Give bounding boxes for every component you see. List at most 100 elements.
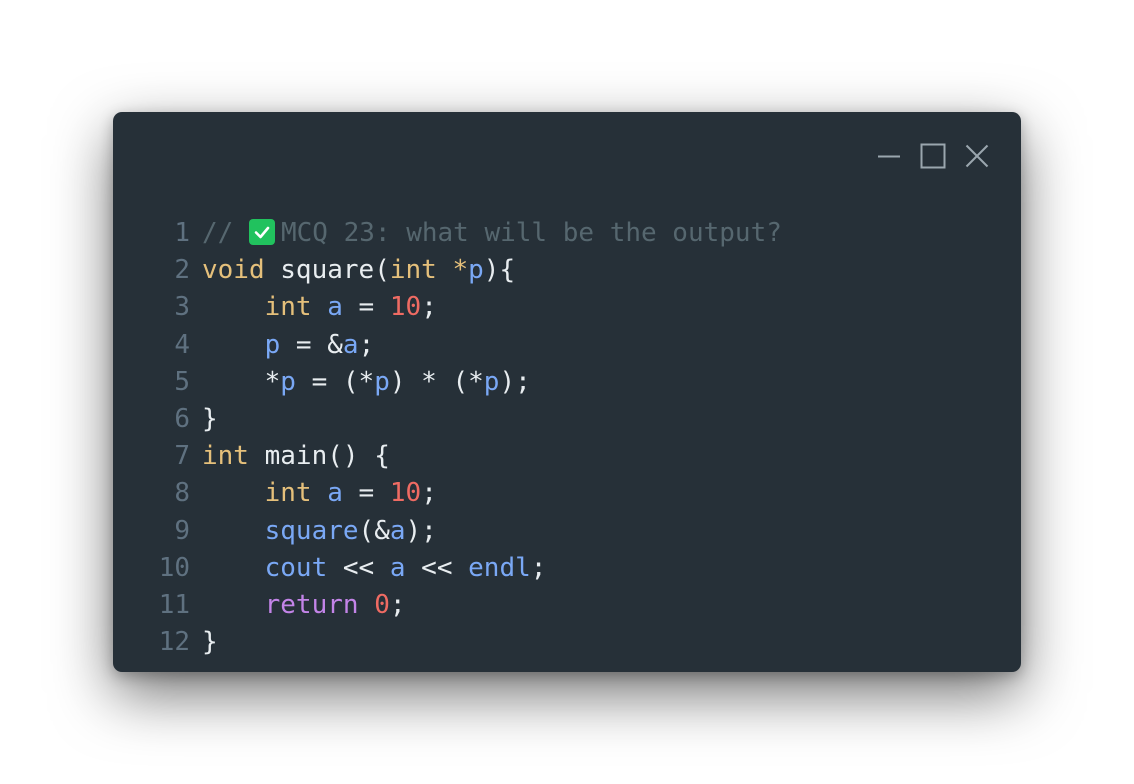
code-text: return 0; [202, 587, 406, 624]
code-token: 0 [374, 589, 390, 620]
line-number: 1 [174, 218, 190, 248]
code-line: 7 int main() { [151, 438, 1001, 475]
code-line: 10 cout << a << endl; [151, 550, 1001, 587]
check-icon [248, 218, 275, 245]
code-text: int a = 10; [202, 475, 437, 512]
code-line: 5 *p = (*p) * (*p); [151, 364, 1001, 401]
code-text: int a = 10; [202, 289, 437, 326]
line-number: 9 [174, 515, 190, 546]
code-text: p = &a; [202, 327, 375, 364]
code-block: 1 // MCQ 23: what will be the output? 2 voi… [151, 215, 1001, 661]
code-token: return [264, 589, 359, 620]
code-line: 9 square(&a); [151, 513, 1001, 550]
code-token: ; [421, 478, 437, 509]
line-number: 3 [174, 292, 190, 323]
code-line: 6} [151, 401, 1001, 438]
code-token: a [327, 478, 343, 509]
code-token: * [202, 366, 281, 397]
code-token: = [342, 478, 390, 509]
code-token: = [342, 292, 390, 323]
code-line: 4 p = &a; [151, 327, 1001, 364]
code-text: int main() { [202, 438, 390, 475]
code-line: 8 int a = 10; [151, 475, 1001, 512]
code-token: } [202, 403, 218, 434]
line-number: 6 [174, 403, 190, 434]
code-token: 10 [389, 478, 422, 509]
minimize-icon [878, 155, 900, 158]
code-token: ; [389, 589, 406, 620]
code-text: } [202, 624, 218, 661]
code-token: << [327, 552, 390, 583]
code-token: int [202, 441, 249, 472]
code-token: int [389, 255, 437, 286]
code-text: square(&a); [202, 513, 437, 550]
code-token: void [202, 255, 265, 286]
code-token: * [452, 255, 469, 286]
close-icon [965, 144, 989, 168]
code-token: ; [530, 552, 547, 583]
code-window: 1 // MCQ 23: what will be the output? 2 voi… [113, 112, 1021, 672]
code-token: p [264, 329, 281, 360]
code-token: = (* [295, 366, 375, 397]
code-token: square [264, 515, 359, 546]
code-token: p [374, 366, 390, 397]
code-token: 10 [389, 292, 422, 323]
code-token: ); [405, 515, 437, 546]
code-token: MCQ 23: what will be the output? [280, 218, 782, 248]
code-token: endl [468, 552, 531, 583]
code-token: (& [358, 515, 390, 546]
minimize-button[interactable] [875, 142, 903, 170]
line-number: 5 [174, 366, 190, 397]
line-number: 2 [174, 255, 190, 286]
code-token: int [264, 292, 312, 323]
code-token: a [327, 292, 343, 323]
code-token: a [389, 515, 406, 546]
code-text: cout << a << endl; [202, 550, 547, 587]
code-line: 12} [151, 624, 1001, 661]
code-token: = & [280, 329, 343, 360]
code-token: a [342, 329, 359, 360]
code-token: p [468, 255, 484, 286]
line-number: 4 [174, 329, 190, 360]
code-line: 1 // MCQ 23: what will be the output? [151, 215, 1001, 252]
line-number: 7 [174, 441, 190, 472]
code-token: p [280, 366, 296, 397]
line-number: 8 [174, 478, 190, 509]
code-token: p [483, 366, 500, 397]
code-token: ); [499, 366, 531, 397]
code-text: void square(int *p){ [202, 252, 515, 289]
line-number: 10 [158, 552, 190, 583]
code-text: *p = (*p) * (*p); [202, 364, 531, 401]
code-token: << [405, 552, 469, 583]
code-token: ; [421, 292, 437, 323]
code-token: cout [264, 552, 328, 583]
code-token: ) * (* [389, 366, 484, 397]
code-token: ){ [483, 255, 516, 286]
maximize-button[interactable] [919, 142, 947, 170]
code-token: // [202, 218, 249, 248]
close-button[interactable] [963, 142, 991, 170]
code-line: 11 return 0; [151, 587, 1001, 624]
code-token: ; [358, 329, 375, 360]
code-token: int [264, 478, 312, 509]
code-token: } [202, 627, 218, 658]
code-text: } [202, 401, 218, 438]
code-line: 2 void square(int *p){ [151, 252, 1001, 289]
code-token: square( [264, 255, 390, 286]
code-token: a [389, 552, 406, 583]
line-number: 12 [158, 627, 190, 658]
window-controls [875, 142, 991, 170]
code-text: // MCQ 23: what will be the output? [202, 215, 782, 252]
code-token: main() { [248, 441, 390, 472]
code-line: 3 int a = 10; [151, 289, 1001, 326]
